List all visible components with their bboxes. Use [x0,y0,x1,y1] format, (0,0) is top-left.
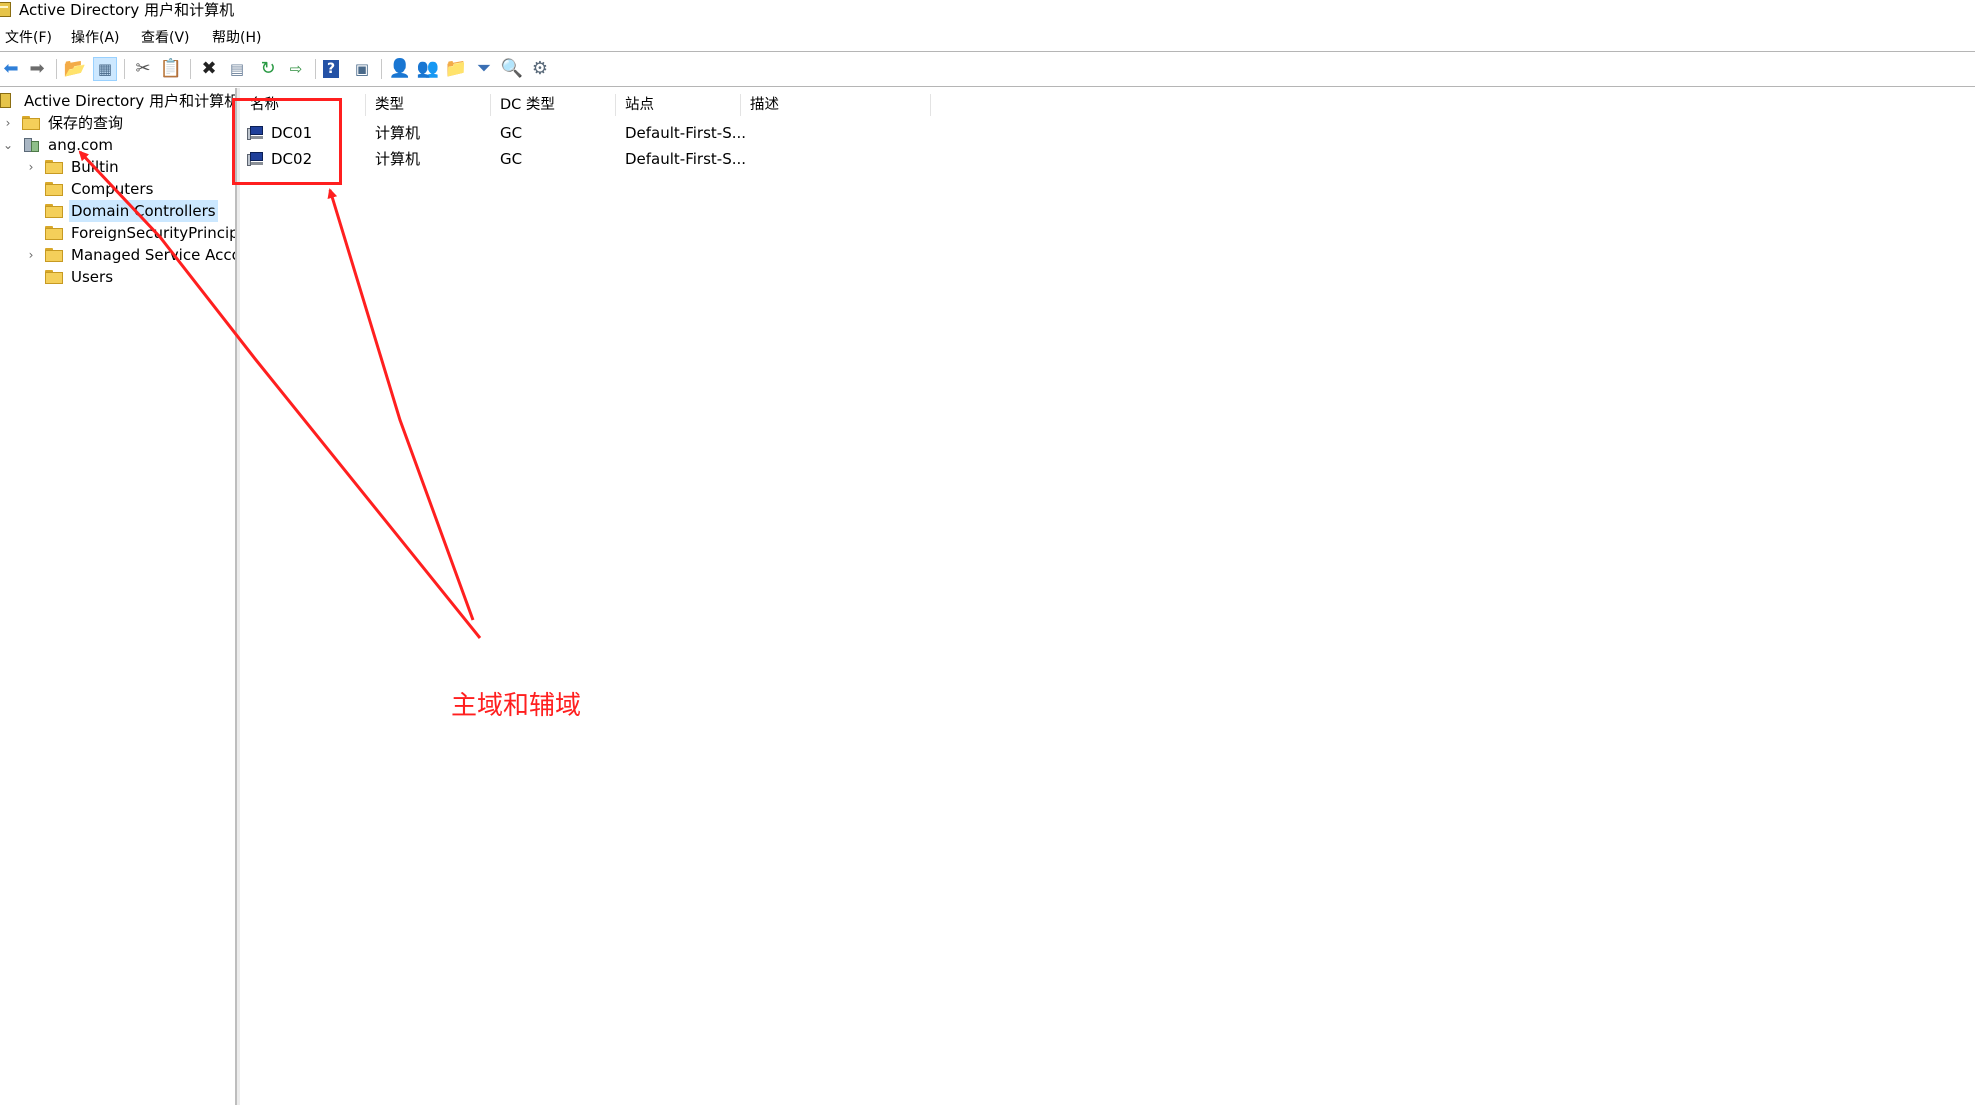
tree-item-label: 保存的查询 [48,114,124,132]
title-bar: Active Directory 用户和计算机 [0,0,1975,22]
properties-icon[interactable]: ▤ [226,58,248,80]
tree-item-label: Domain Controllers [69,200,218,222]
column-divider[interactable] [490,94,491,116]
tree-item-foreign-security-principals[interactable]: ForeignSecurityPrincipal [0,222,235,244]
tree-item-label: ForeignSecurityPrincipal [71,224,235,242]
menu-action[interactable]: 操作(A) [71,29,120,47]
details-list: 名称 类型 DC 类型 站点 描述 DC01 计算机 GC Default-Fi… [241,88,1975,1105]
tree-item-label: Computers [71,180,154,198]
column-divider[interactable] [615,94,616,116]
cell-type: 计算机 [375,124,421,142]
forward-arrow-icon[interactable]: ➡ [26,58,48,80]
table-row[interactable]: DC01 计算机 GC Default-First-S... [241,121,1041,145]
tree-item-domain[interactable]: ⌄ ang.com [0,134,235,156]
toolbar-divider [381,59,382,79]
tree-root[interactable]: Active Directory 用户和计算机 [0,90,235,112]
toolbar-divider [190,59,191,79]
cell-type: 计算机 [375,150,421,168]
menu-separator [0,51,1975,52]
cell-dc-type: GC [500,150,523,168]
toolbar-separator [0,86,1975,87]
tree-item-users[interactable]: Users [0,266,235,288]
menu-file[interactable]: 文件(F) [5,29,52,47]
tree-item-label: Users [71,268,114,286]
new-group-icon[interactable]: 👥 [417,58,439,80]
up-folder-icon[interactable]: 📂 [64,58,86,80]
toolbar-divider [315,59,316,79]
delete-icon[interactable]: ✖ [198,58,220,80]
cell-dc-type: GC [500,124,523,142]
column-divider[interactable] [740,94,741,116]
toolbar-divider [56,59,57,79]
column-divider[interactable] [930,94,931,116]
console-tree: Active Directory 用户和计算机 › 保存的查询 ⌄ ang.co… [0,88,235,1105]
highlight-box [232,98,342,185]
tree-item-label: Managed Service Accou [71,246,235,264]
table-row[interactable]: DC02 计算机 GC Default-First-S... [241,147,1041,171]
column-divider[interactable] [365,94,366,116]
new-window-icon[interactable]: ▣ [351,58,373,80]
cell-site: Default-First-S... [625,150,747,168]
back-arrow-icon[interactable]: ⬅ [0,58,22,80]
tree-item-computers[interactable]: Computers [0,178,235,200]
domain-icon [22,137,40,152]
help-icon[interactable]: ? [323,60,339,78]
toolbar-divider [124,59,125,79]
ou-folder-icon [45,204,63,218]
add-to-group-icon[interactable]: ⚙ [529,58,551,80]
tree-item-saved-queries[interactable]: › 保存的查询 [0,112,235,134]
column-header-dc-type[interactable]: DC 类型 [500,94,555,116]
menu-help[interactable]: 帮助(H) [212,29,261,47]
filter-icon[interactable]: ⏷ [473,58,495,80]
find-icon[interactable]: 🔍 [501,58,523,80]
refresh-icon[interactable]: ↻ [257,58,279,80]
tree-item-domain-controllers[interactable]: Domain Controllers [0,200,235,222]
new-user-icon[interactable]: 👤 [389,58,411,80]
active-directory-icon [0,93,12,109]
toolbar: ⬅ ➡ 📂 ▦ ✂ 📋 ✖ ▤ ↻ ⇨ ? ▣ 👤 👥 📁 ⏷ 🔍 ⚙ [0,54,1975,84]
active-directory-icon [0,2,11,17]
menu-bar: 文件(F) 操作(A) 查看(V) 帮助(H) [0,27,1975,51]
tree-item-builtin[interactable]: › Builtin [0,156,235,178]
show-hide-console-tree-icon[interactable]: ▦ [93,57,117,81]
export-list-icon[interactable]: ⇨ [285,58,307,80]
annotation-label: 主域和辅域 [451,691,582,721]
column-header-type[interactable]: 类型 [375,94,404,116]
folder-icon [45,160,63,174]
chevron-right-icon[interactable]: › [25,244,37,266]
tree-item-managed-service-accounts[interactable]: › Managed Service Accou [0,244,235,266]
new-ou-icon[interactable]: 📁 [445,58,467,80]
cell-site: Default-First-S... [625,124,747,142]
chevron-right-icon[interactable]: › [25,156,37,178]
chevron-right-icon[interactable]: › [2,112,14,134]
chevron-down-icon[interactable]: ⌄ [2,134,14,156]
tree-item-label: ang.com [48,136,114,154]
folder-icon [22,116,40,130]
tree-root-label: Active Directory 用户和计算机 [24,92,235,110]
tree-item-label: Builtin [71,158,119,176]
column-header-site[interactable]: 站点 [625,94,654,116]
pane-splitter-edge [237,88,240,1105]
column-header-description[interactable]: 描述 [750,94,779,116]
folder-icon [45,226,63,240]
folder-icon [45,248,63,262]
menu-view[interactable]: 查看(V) [141,29,190,47]
folder-icon [45,182,63,196]
paste-icon[interactable]: 📋 [160,58,182,80]
cut-icon[interactable]: ✂ [132,58,154,80]
window-title: Active Directory 用户和计算机 [19,1,235,19]
folder-icon [45,270,63,284]
